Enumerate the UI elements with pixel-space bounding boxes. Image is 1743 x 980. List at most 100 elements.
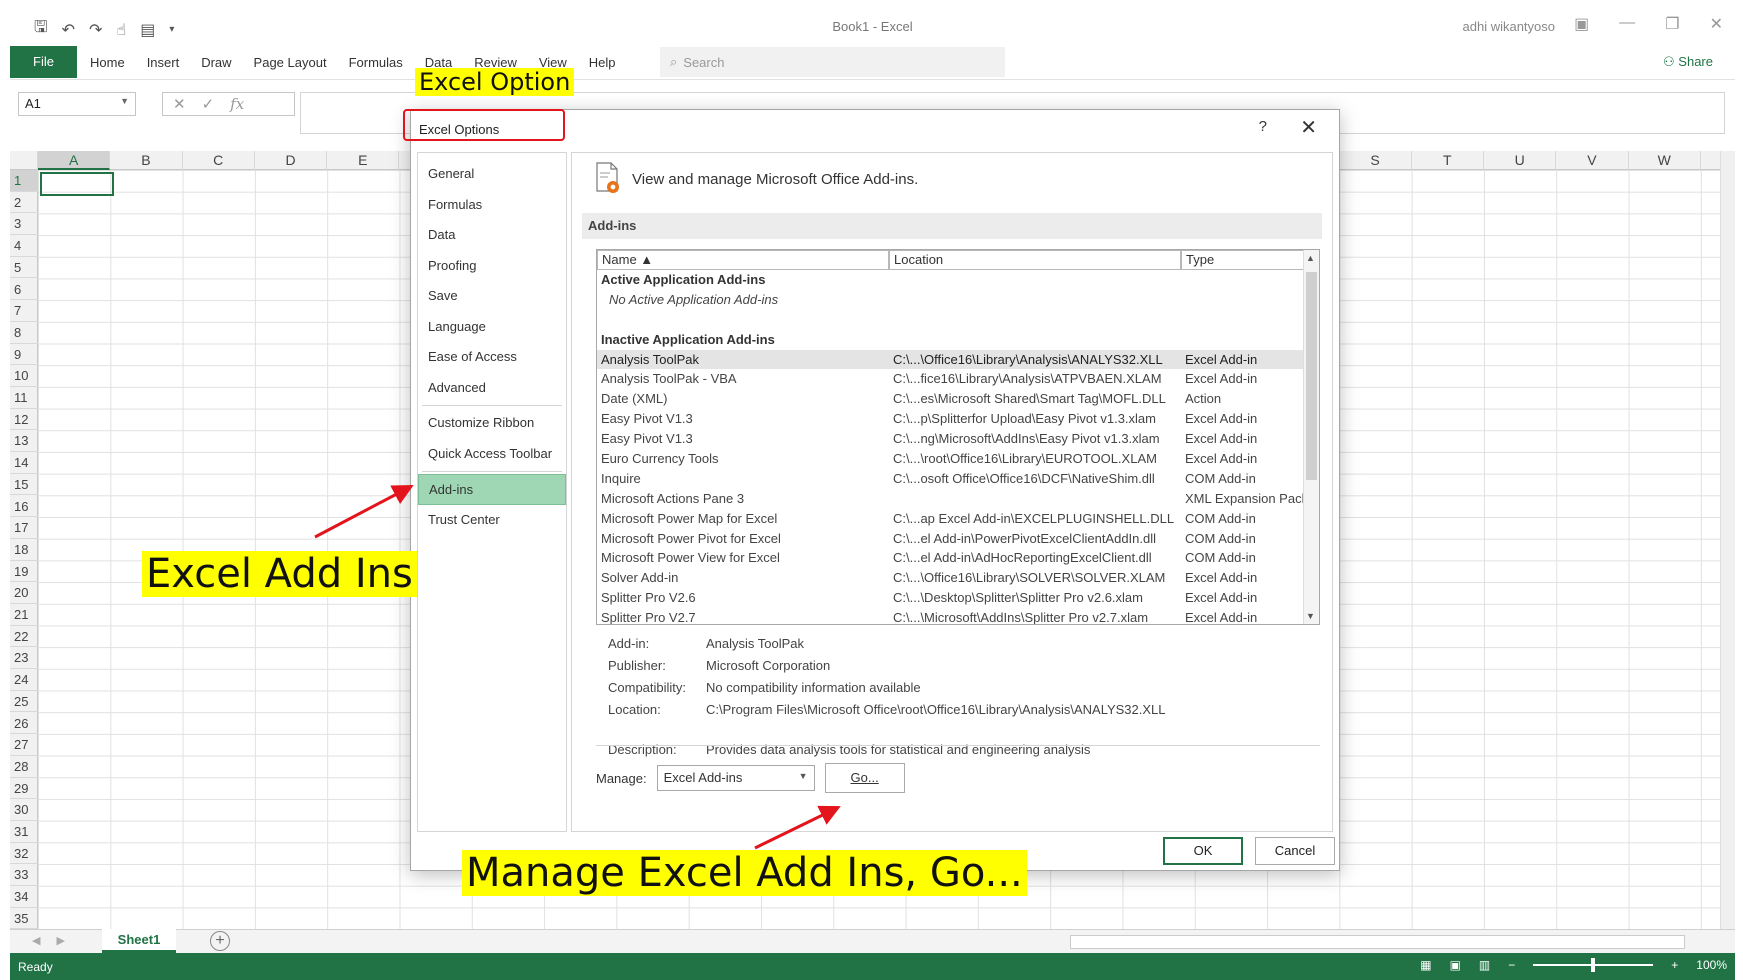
table-row[interactable]: Date (XML) C:\...es\Microsoft Shared\Smar… (597, 389, 1305, 409)
ok-button[interactable]: OK (1163, 837, 1243, 865)
column-header[interactable]: B (110, 151, 183, 170)
row-header[interactable]: 32 (10, 843, 38, 865)
go-button[interactable]: Go... (824, 763, 905, 793)
nav-ease-of-access[interactable]: Ease of Access (418, 342, 566, 373)
prev-sheet-icon[interactable]: ◀ (32, 934, 40, 947)
vertical-scrollbar[interactable] (1720, 151, 1735, 933)
nav-data[interactable]: Data (418, 220, 566, 251)
row-header[interactable]: 34 (10, 886, 38, 908)
row-header[interactable]: 8 (10, 322, 38, 344)
nav-customize-ribbon[interactable]: Customize Ribbon (418, 408, 566, 439)
column-header[interactable]: D (255, 151, 328, 170)
nav-proofing[interactable]: Proofing (418, 251, 566, 282)
minimize-icon[interactable]: — (1619, 14, 1635, 34)
column-header[interactable]: T (1412, 151, 1484, 170)
row-header[interactable]: 33 (10, 864, 38, 887)
cancel-entry-icon[interactable]: ✕ (173, 95, 186, 113)
row-header[interactable]: 12 (10, 409, 38, 431)
table-row[interactable]: Inquire C:\...osoft Office\Office16\DCF\N… (597, 469, 1305, 489)
row-header[interactable]: 13 (10, 430, 38, 453)
row-header[interactable]: 20 (10, 582, 38, 604)
nav-quick-access-toolbar[interactable]: Quick Access Toolbar (418, 439, 566, 470)
row-header[interactable]: 7 (10, 300, 38, 322)
row-header[interactable]: 6 (10, 279, 38, 301)
close-window-icon[interactable]: ✕ (1710, 14, 1723, 34)
row-header[interactable]: 31 (10, 821, 38, 843)
cancel-button[interactable]: Cancel (1255, 837, 1335, 865)
zoom-out-icon[interactable]: − (1508, 958, 1515, 972)
scroll-up-icon[interactable]: ▲ (1306, 253, 1315, 263)
table-row[interactable]: Splitter Pro V2.6 C:\...\Desktop\Splitter… (597, 588, 1305, 608)
next-sheet-icon[interactable]: ▶ (56, 934, 64, 947)
column-header[interactable]: S (1339, 151, 1412, 170)
row-header[interactable]: 29 (10, 778, 38, 800)
tab-home[interactable]: Home (90, 55, 125, 70)
column-header[interactable]: C (183, 151, 255, 170)
nav-advanced[interactable]: Advanced (418, 373, 566, 404)
row-header[interactable]: 19 (10, 561, 38, 583)
col-name-header[interactable]: Name ▲ (597, 250, 889, 270)
row-header[interactable]: 21 (10, 604, 38, 626)
row-header[interactable]: 9 (10, 344, 38, 366)
row-header[interactable]: 5 (10, 257, 38, 279)
row-header[interactable]: 24 (10, 669, 38, 691)
scroll-down-icon[interactable]: ▼ (1306, 611, 1315, 621)
help-icon[interactable]: ? (1259, 118, 1267, 135)
sheet-tab-sheet1[interactable]: Sheet1 (102, 929, 176, 953)
select-all-corner[interactable] (10, 151, 38, 170)
row-header[interactable]: 35 (10, 908, 38, 929)
table-row[interactable]: Euro Currency Tools C:\...\root\Office16\… (597, 449, 1305, 469)
nav-formulas[interactable]: Formulas (418, 190, 566, 221)
row-header[interactable]: 26 (10, 713, 38, 735)
row-header[interactable]: 17 (10, 517, 38, 539)
user-name[interactable]: adhi wikantyoso (1463, 19, 1556, 34)
search-box[interactable]: ⌕ Search (660, 47, 1005, 77)
table-row[interactable]: Solver Add-in C:\...\Office16\Library\SOL… (597, 568, 1305, 588)
scroll-thumb[interactable] (1306, 272, 1317, 480)
normal-view-icon[interactable]: ▦ (1420, 958, 1431, 972)
row-header[interactable]: 11 (10, 387, 38, 409)
row-header[interactable]: 16 (10, 496, 38, 518)
row-header[interactable]: 1 (10, 170, 38, 192)
chevron-down-icon[interactable]: ▼ (120, 96, 129, 106)
nav-save[interactable]: Save (418, 281, 566, 312)
chevron-down-icon[interactable]: ▼ (799, 771, 808, 781)
table-row[interactable]: Microsoft Power View for Excel C:\...el A… (597, 548, 1305, 568)
name-box[interactable]: A1 ▼ (18, 92, 136, 116)
file-tab[interactable]: File (10, 46, 77, 78)
horizontal-scrollbar[interactable] (1070, 935, 1685, 949)
active-cell[interactable] (40, 172, 114, 196)
column-header[interactable]: E (327, 151, 400, 170)
row-header[interactable]: 30 (10, 799, 38, 821)
tab-help[interactable]: Help (589, 55, 616, 70)
table-row[interactable]: Splitter Pro V2.7 C:\...\Microsoft\AddIns… (597, 608, 1305, 624)
row-header[interactable]: 3 (10, 213, 38, 236)
table-scrollbar[interactable]: ▲ ▼ (1303, 250, 1319, 624)
confirm-entry-icon[interactable]: ✓ (202, 95, 215, 113)
zoom-level[interactable]: 100% (1696, 958, 1727, 972)
table-row[interactable]: Easy Pivot V1.3 C:\...p\Splitterfor Uploa… (597, 409, 1305, 429)
zoom-slider[interactable] (1533, 958, 1654, 972)
table-row[interactable]: Microsoft Power Pivot for Excel C:\...el … (597, 529, 1305, 549)
page-break-view-icon[interactable]: ▥ (1479, 958, 1490, 972)
table-row[interactable]: Analysis ToolPak - VBA C:\...fice16\Libra… (597, 369, 1305, 389)
column-header[interactable]: V (1556, 151, 1629, 170)
zoom-slider-knob[interactable] (1591, 958, 1596, 972)
insert-function-icon[interactable]: fx (230, 95, 244, 113)
col-type-header[interactable]: Type (1181, 250, 1305, 270)
nav-add-ins[interactable]: Add-ins (418, 474, 566, 505)
tab-page-layout[interactable]: Page Layout (254, 55, 327, 70)
row-header[interactable]: 4 (10, 235, 38, 257)
nav-language[interactable]: Language (418, 312, 566, 343)
ribbon-display-icon[interactable]: ▣ (1574, 14, 1589, 34)
nav-trust-center[interactable]: Trust Center (418, 505, 566, 536)
restore-icon[interactable]: ❐ (1665, 14, 1679, 34)
column-header[interactable]: W (1629, 151, 1701, 170)
page-layout-view-icon[interactable]: ▣ (1450, 958, 1461, 972)
row-header[interactable]: 28 (10, 756, 38, 778)
tab-insert[interactable]: Insert (147, 55, 180, 70)
share-button[interactable]: ⚇ Share (1663, 54, 1713, 70)
row-header[interactable]: 23 (10, 647, 38, 670)
row-header[interactable]: 15 (10, 474, 38, 496)
table-row[interactable]: Analysis ToolPak C:\...\Office16\Library\… (597, 349, 1305, 370)
